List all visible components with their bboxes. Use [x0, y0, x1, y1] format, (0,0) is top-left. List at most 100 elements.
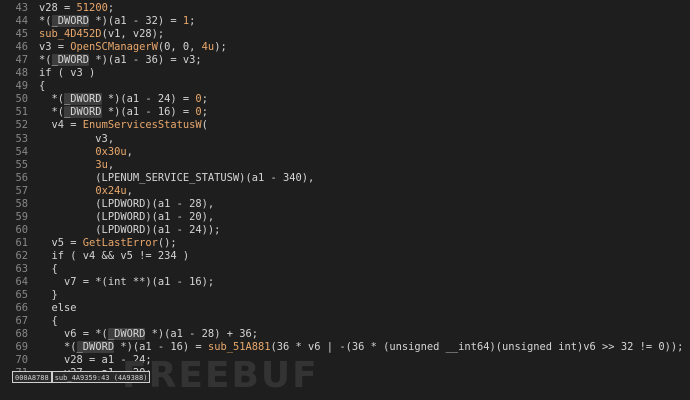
code-token: v4 =: [39, 119, 83, 132]
line-number: 46: [15, 41, 28, 54]
code-text[interactable]: v3 = OpenSCManagerW(0, 0, 4u);: [39, 41, 227, 54]
code-token: *(: [39, 15, 52, 28]
type-token: _DWORD: [64, 93, 102, 106]
code-token: ,: [126, 184, 133, 197]
code-token: v6 = *(: [39, 328, 108, 341]
code-text[interactable]: {: [39, 315, 58, 328]
code-text[interactable]: v28 = 51200;: [39, 2, 114, 15]
code-text[interactable]: (LPDWORD)(a1 - 28),: [39, 198, 214, 211]
number-token: 3u: [95, 158, 108, 171]
code-token: *(: [39, 93, 65, 106]
code-token: (LPDWORD)(a1 - 28),: [39, 197, 215, 210]
code-text[interactable]: *(_DWORD *)(a1 - 16) = 0;: [39, 106, 208, 119]
code-text[interactable]: sub_4D452D(v1, v28);: [39, 28, 164, 41]
code-text[interactable]: }: [39, 289, 58, 302]
line-number: 45: [15, 28, 28, 41]
line-number: 54: [15, 145, 28, 158]
line-number: 52: [15, 119, 28, 132]
code-token: (36 * v6 | -(36 * (unsigned __int64)(uns…: [270, 341, 684, 354]
function-token: OpenSCManagerW: [70, 41, 158, 54]
line-number: 69: [15, 341, 28, 354]
line-number: 43: [15, 2, 28, 14]
code-token: ;: [107, 2, 115, 14]
code-token: {: [39, 80, 46, 93]
line-number: 62: [15, 249, 28, 262]
code-token: (LPDWORD)(a1 - 24));: [39, 223, 221, 236]
code-token: *)(a1 - 24) =: [101, 93, 196, 106]
code-text[interactable]: v6 = *(_DWORD *)(a1 - 28) + 36;: [39, 328, 258, 341]
code-token: ();: [157, 236, 177, 249]
code-text[interactable]: 0x30u,: [39, 146, 133, 159]
type-token: _DWORD: [107, 328, 146, 341]
code-token: else: [39, 302, 77, 315]
status-address: 000A8788: [12, 371, 52, 383]
number-token: 51200: [76, 2, 108, 14]
line-number: 44: [15, 15, 28, 28]
code-token: *(: [39, 106, 65, 119]
code-token: {: [39, 315, 58, 328]
status-location: sub_4A9359:43 (4A9388): [51, 371, 151, 383]
code-text[interactable]: v7 = *(int **)(a1 - 16);: [39, 276, 214, 289]
code-text[interactable]: 3u,: [39, 159, 114, 172]
code-text[interactable]: *(_DWORD *)(a1 - 16) = sub_51A881(36 * v…: [39, 341, 683, 354]
status-bar: 000A8788 sub_4A9359:43 (4A9388): [12, 371, 151, 383]
code-token: (0, 0,: [157, 41, 202, 54]
line-number: 49: [15, 80, 28, 93]
line-number: 55: [15, 158, 28, 171]
code-token: (v1, v28);: [101, 28, 165, 41]
code-text[interactable]: *(_DWORD *)(a1 - 32) = 1;: [39, 15, 195, 28]
code-token: *)(a1 - 16) =: [114, 341, 208, 354]
line-number: 68: [15, 328, 28, 341]
line-number: 47: [15, 54, 28, 67]
code-token: *)(a1 - 36) = v3;: [89, 54, 202, 67]
code-text[interactable]: v4 = EnumServicesStatusW(: [39, 119, 208, 132]
code-token: if ( v3 ): [39, 67, 96, 80]
code-text[interactable]: else: [39, 302, 77, 315]
code-text[interactable]: (LPDWORD)(a1 - 20),: [39, 211, 214, 224]
code-text[interactable]: *(_DWORD *)(a1 - 36) = v3;: [39, 54, 202, 67]
code-token: ;: [201, 106, 208, 119]
code-text[interactable]: if ( v4 && v5 != 234 ): [39, 249, 190, 263]
line-number: 53: [15, 132, 28, 145]
code-text[interactable]: {: [39, 263, 58, 276]
code-token: ;: [201, 93, 208, 106]
code-token: v3,: [39, 132, 115, 145]
code-text[interactable]: *(_DWORD *)(a1 - 24) = 0;: [39, 93, 208, 106]
line-number: 64: [15, 276, 28, 289]
line-number: 59: [15, 210, 28, 223]
line-number: 56: [15, 171, 28, 184]
watermark: FREEBUF: [122, 355, 319, 396]
code-token: *)(a1 - 32) =: [89, 15, 183, 28]
line-number: 65: [15, 289, 28, 302]
number-token: 0x24u: [95, 184, 127, 197]
line-number: 66: [15, 302, 28, 315]
code-token: *)(a1 - 28) + 36;: [145, 328, 258, 341]
code-text[interactable]: (LPDWORD)(a1 - 24));: [39, 224, 220, 237]
code-token: v28 =: [39, 2, 77, 14]
code-token: v3 =: [39, 41, 71, 54]
code-text[interactable]: v5 = GetLastError();: [39, 237, 177, 250]
code-text[interactable]: 0x24u,: [39, 185, 133, 198]
line-number: 51: [15, 106, 28, 119]
line-number: 50: [15, 93, 28, 106]
function-token: sub_4D452D: [39, 28, 102, 41]
code-token: if ( v4 && v5 != 234 ): [39, 249, 190, 262]
code-text[interactable]: if ( v3 ): [39, 67, 95, 80]
line-number: 63: [15, 263, 28, 275]
code-token: (LPENUM_SERVICE_STATUSW)(a1 - 340),: [39, 171, 315, 184]
code-text[interactable]: v3,: [39, 133, 114, 146]
code-text[interactable]: {: [39, 80, 45, 93]
code-text[interactable]: (LPENUM_SERVICE_STATUSW)(a1 - 340),: [39, 172, 314, 185]
code-token: (: [201, 119, 208, 132]
code-token: }: [39, 289, 58, 302]
code-token: ,: [126, 145, 133, 158]
type-token: _DWORD: [51, 54, 90, 67]
code-token: (LPDWORD)(a1 - 20),: [39, 210, 215, 223]
line-number: 58: [15, 197, 28, 210]
code-token: );: [214, 41, 227, 54]
code-token: *(: [39, 54, 52, 67]
line-number: 70: [15, 354, 28, 367]
number-token: 0x30u: [95, 145, 127, 158]
